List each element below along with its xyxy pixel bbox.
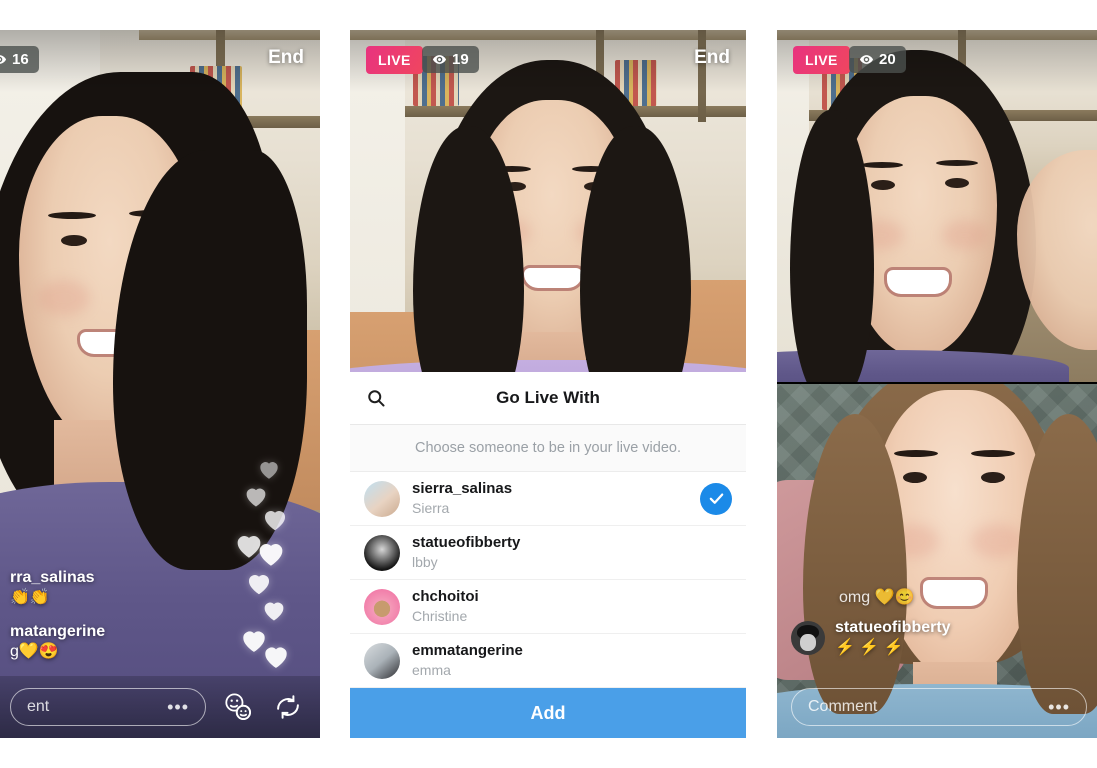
viewer-count-pill-left: 16 [0,46,39,73]
viewer-count-pill-right: 20 [849,46,906,73]
comment-username: matangerine [10,623,106,640]
hud-middle: LIVE 19 End [350,30,746,92]
ellipsis-icon[interactable]: ••• [167,697,189,718]
hud-left: 16 End [0,30,320,92]
panel-go-live-with: LIVE 19 End Go Live With Choose someone … [350,30,746,738]
viewer-count-left: 16 [12,51,29,68]
viewer-count-right: 20 [879,51,896,68]
live-badge-right: LIVE [793,46,850,74]
sheet-title: Go Live With [496,388,600,407]
comment-item: omg 💛😊 [839,588,1087,608]
comment-item: statueofibberty ⚡ ⚡ ⚡ [791,618,1087,658]
comment-list-left: rra_salinas 👏👏 matangerine g💛😍 [0,568,320,676]
comment-item: rra_salinas 👏👏 [10,568,306,608]
bottom-bar-left: ent ••• [0,676,320,738]
eye-icon [432,55,447,64]
comment-emoji: 💛😊 [874,589,915,606]
sheet-header: Go Live With [350,372,746,425]
eye-icon [859,55,874,64]
user-list: sierra_salinas Sierra statueofibberty lb… [350,472,746,688]
comment-item: matangerine g💛😍 [10,622,306,662]
eye-icon [0,55,7,64]
heart-icon [256,456,282,482]
avatar [364,480,400,517]
avatar [791,621,825,655]
hud-right: LIVE 20 [777,30,1097,92]
check-icon[interactable] [700,482,732,515]
user-realname: Sierra [412,499,450,516]
user-username: emmatangerine [412,642,523,660]
comment-username: statueofibberty [835,619,951,636]
bottom-bar-right: Comment ••• [777,676,1097,738]
search-icon[interactable] [366,388,386,408]
comment-list-right: omg 💛😊 statueofibberty ⚡ ⚡ ⚡ [777,588,1097,672]
viewer-count-pill-middle: 19 [422,46,479,73]
list-item[interactable]: emmatangerine emma [350,634,746,688]
avatar [364,642,400,679]
panel-live-split-screen: LIVE 20 omg 💛😊 statueofibberty ⚡ ⚡ ⚡ Com… [777,30,1097,738]
comment-input-right[interactable]: Comment ••• [791,688,1087,726]
comment-text: 👏👏 [10,589,50,606]
viewer-count-middle: 19 [452,51,469,68]
comment-text: ⚡ ⚡ ⚡ [835,639,904,656]
user-username: sierra_salinas [412,480,513,498]
comment-text: g💛😍 [10,643,59,660]
list-item[interactable]: sierra_salinas Sierra [350,472,746,526]
list-item[interactable]: chchoitoi Christine [350,580,746,634]
comment-placeholder-right: Comment [808,698,878,715]
avatar [364,534,400,571]
comment-text: omg 💛😊 [839,588,1087,608]
list-item[interactable]: statueofibberty lbby [350,526,746,580]
end-button-middle[interactable]: End [694,47,730,69]
panel-live-broadcast: 16 End rra_salinas 👏👏 matangerine g💛😍 en… [0,30,320,738]
live-badge-middle: LIVE [366,46,423,74]
avatar [364,588,400,625]
comment-input-left[interactable]: ent ••• [10,688,206,726]
user-realname: emma [412,661,451,678]
user-realname: Christine [412,607,468,624]
user-realname: lbby [412,553,438,570]
sheet-subtitle: Choose someone to be in your live video. [350,425,746,472]
heart-icon [254,536,288,570]
comment-username: omg [839,589,871,606]
add-guest-faces-icon[interactable] [220,689,256,725]
flip-camera-icon[interactable] [270,689,306,725]
user-username: chchoitoi [412,588,479,606]
go-live-with-sheet: Go Live With Choose someone to be in you… [350,372,746,738]
add-button[interactable]: Add [350,688,746,738]
ellipsis-icon[interactable]: ••• [1048,697,1070,718]
comment-username: rra_salinas [10,569,95,586]
split-divider [777,382,1097,384]
end-button-left[interactable]: End [268,47,304,69]
user-username: statueofibberty [412,534,521,552]
comment-placeholder-left: ent [27,698,50,715]
